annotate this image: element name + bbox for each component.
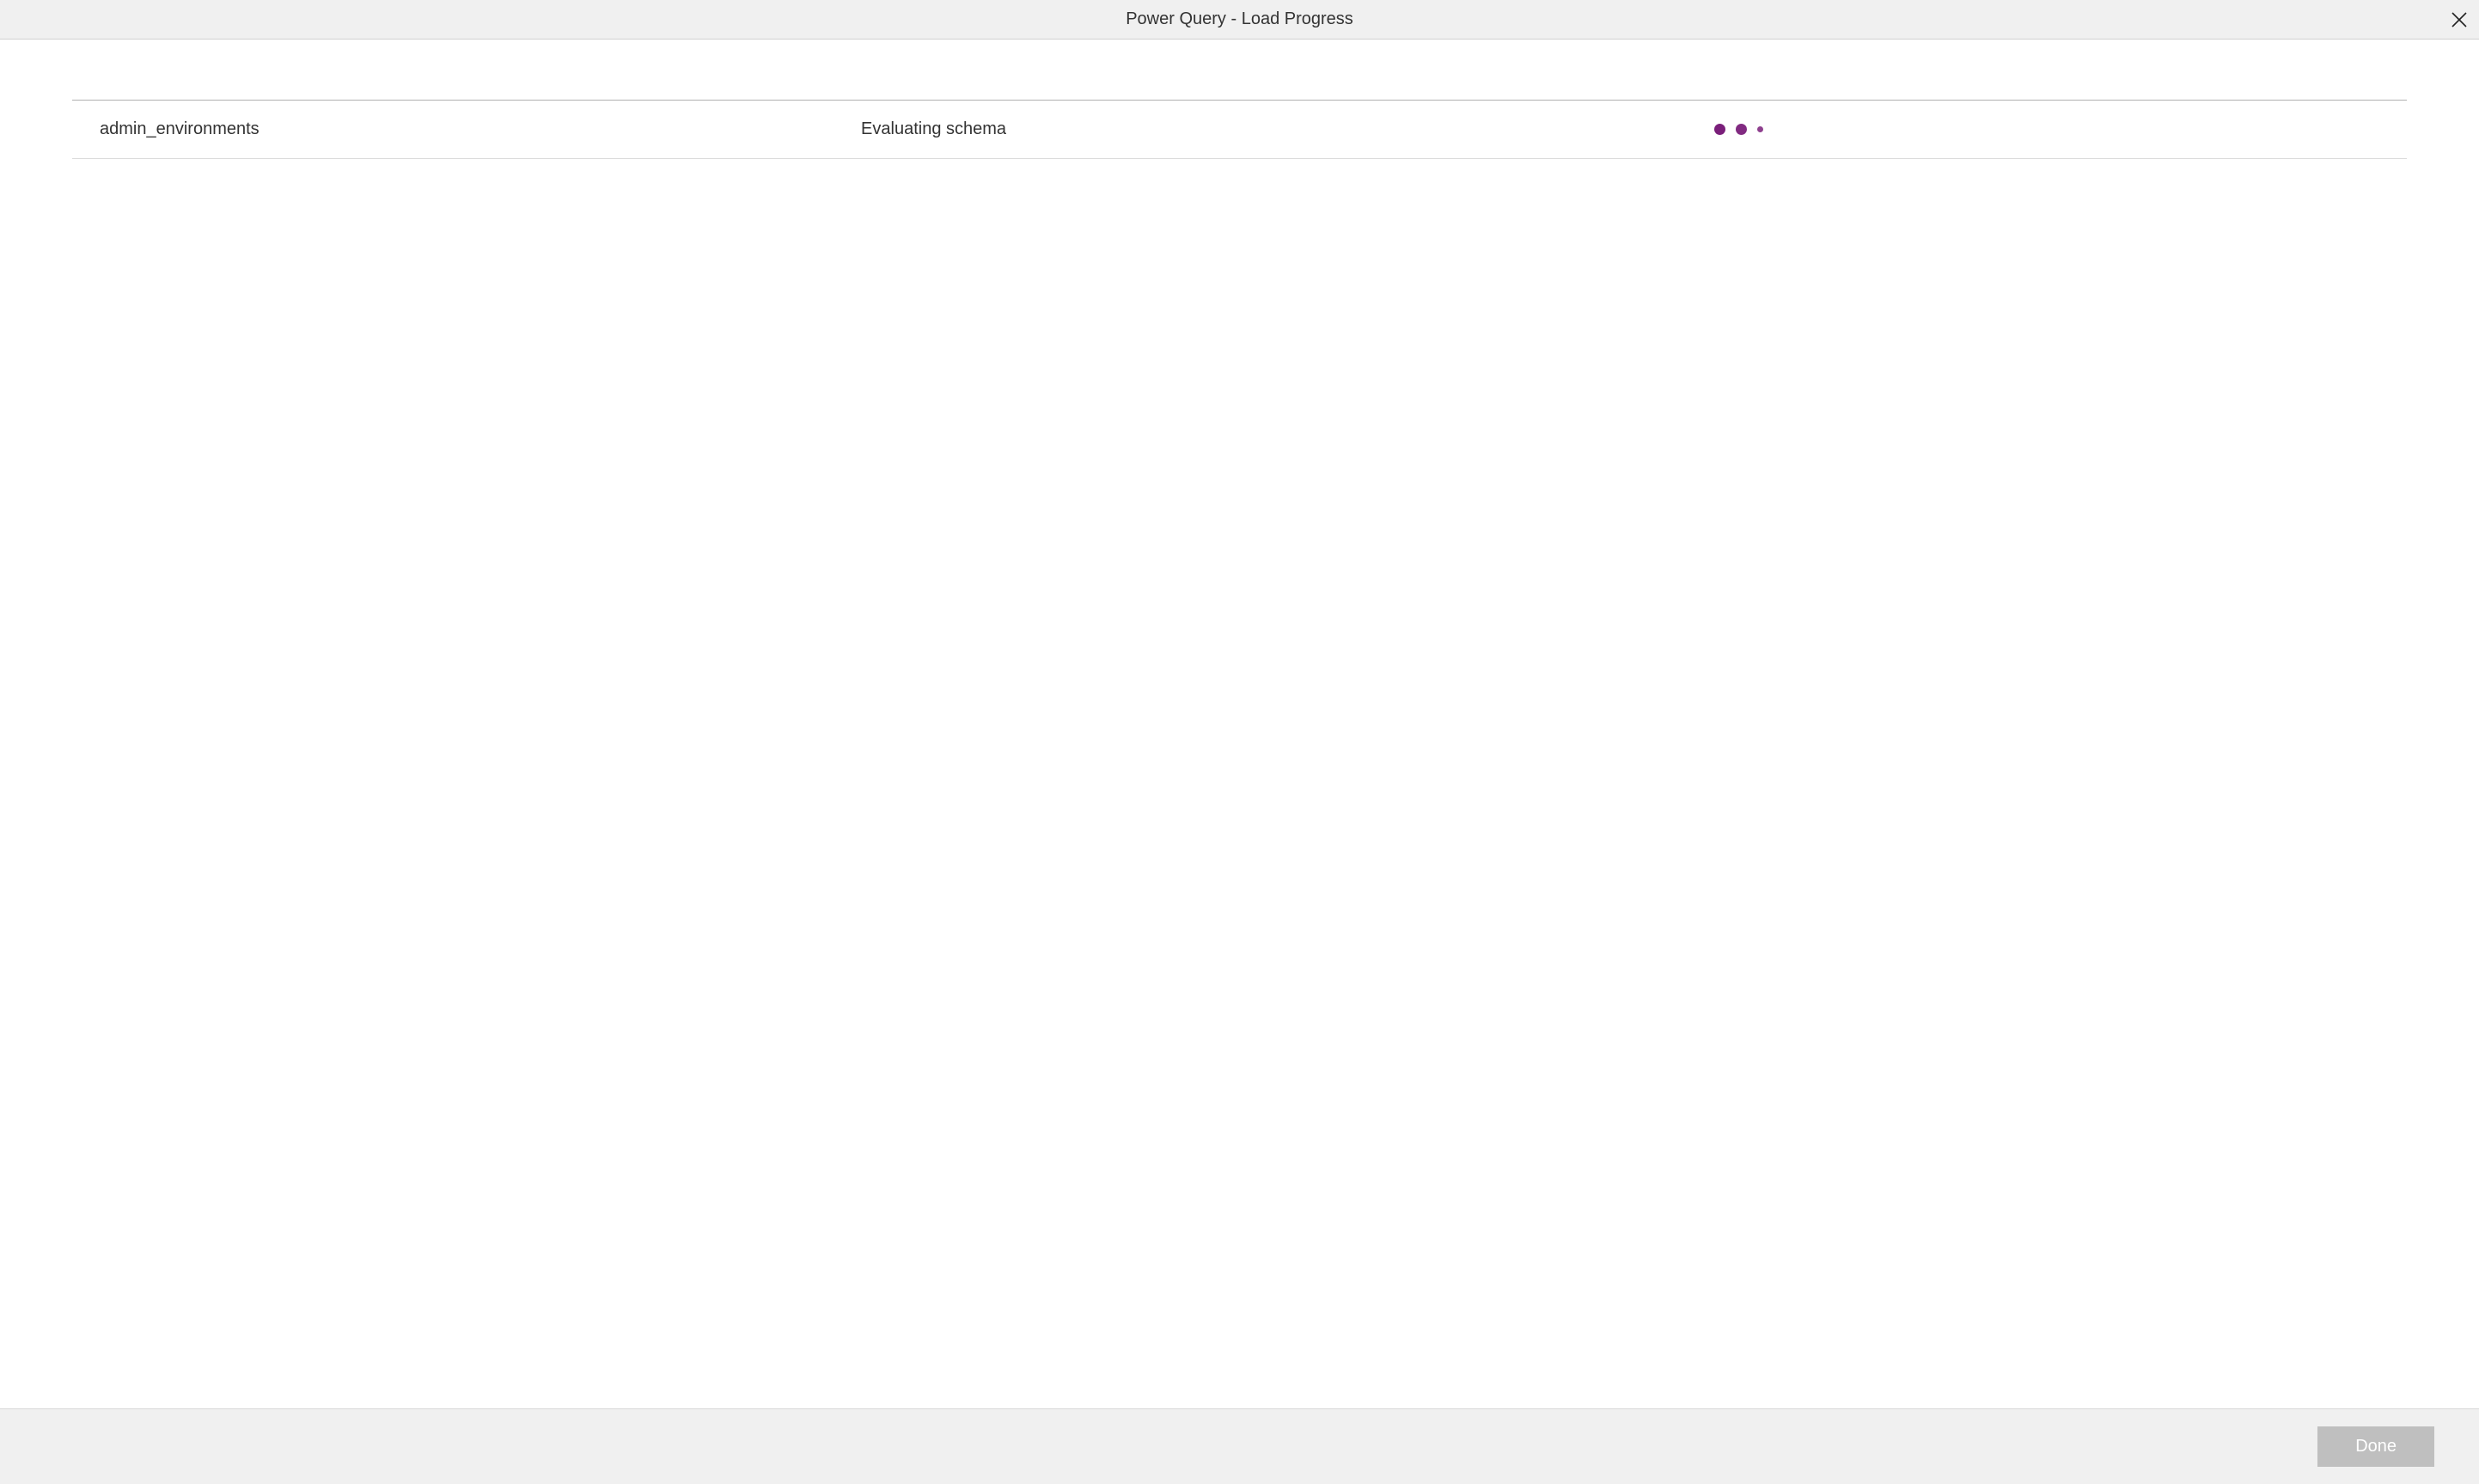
query-status: Evaluating schema [861, 119, 1714, 139]
query-name: admin_environments [100, 119, 861, 139]
footer: Done [0, 1408, 2479, 1484]
spinner-dot-icon [1714, 124, 1725, 135]
spinner-dot-icon [1736, 124, 1747, 135]
done-button[interactable]: Done [2317, 1426, 2434, 1467]
content-area: admin_environments Evaluating schema [0, 40, 2479, 1408]
close-button[interactable] [2445, 5, 2474, 34]
loading-spinner [1714, 124, 2407, 135]
window-title: Power Query - Load Progress [1126, 9, 1353, 29]
spinner-dot-icon [1757, 126, 1763, 132]
close-icon [2451, 11, 2468, 28]
table-row: admin_environments Evaluating schema [72, 101, 2407, 159]
progress-table: admin_environments Evaluating schema [72, 100, 2407, 159]
titlebar: Power Query - Load Progress [0, 0, 2479, 40]
